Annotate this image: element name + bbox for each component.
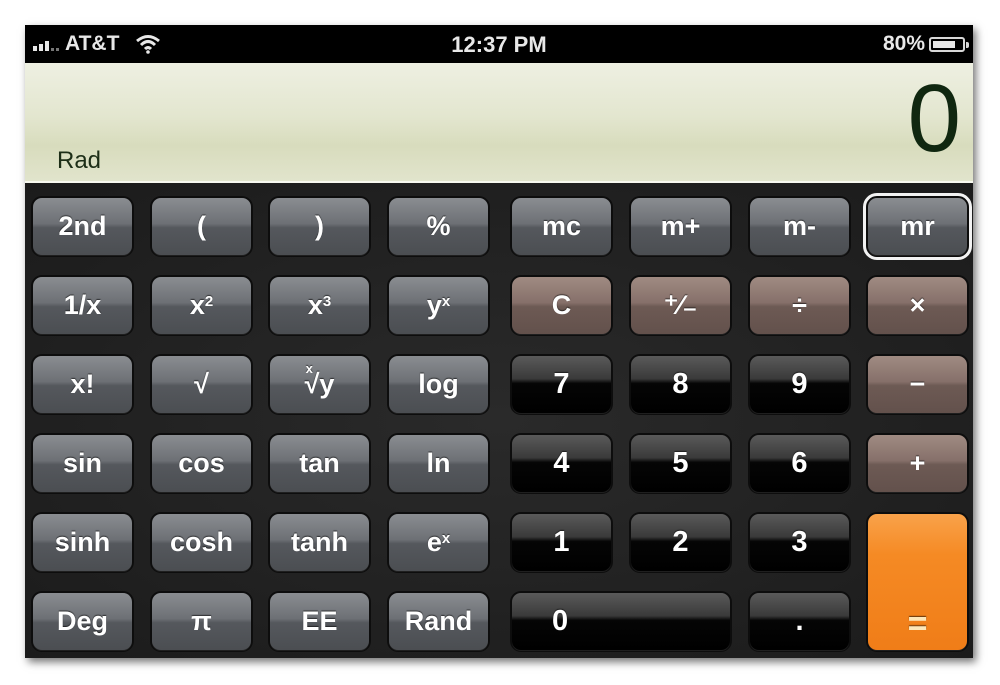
open-paren-button[interactable]: (: [152, 198, 251, 255]
sin-button[interactable]: sin: [33, 435, 132, 492]
digit-5-button[interactable]: 5: [631, 435, 730, 492]
status-right: 80%: [882, 32, 969, 56]
digit-8-button[interactable]: 8: [631, 356, 730, 413]
cos-button[interactable]: cos: [152, 435, 251, 492]
ln-button[interactable]: ln: [389, 435, 488, 492]
digit-7-button[interactable]: 7: [512, 356, 611, 413]
pi-button[interactable]: π: [152, 593, 251, 650]
digit-1-button[interactable]: 1: [512, 514, 611, 571]
multiply-button[interactable]: ×: [868, 277, 967, 334]
digit-4-button[interactable]: 4: [512, 435, 611, 492]
close-paren-button[interactable]: ): [270, 198, 369, 255]
ee-button[interactable]: EE: [270, 593, 369, 650]
battery-percent: 80%: [882, 32, 925, 55]
battery-fill: [933, 40, 955, 48]
digit-3-button[interactable]: 3: [750, 514, 849, 571]
status-bar: AT&T 12:37 PM 80%: [25, 25, 973, 63]
power-button[interactable]: yx: [389, 277, 488, 334]
power-base: y: [426, 290, 442, 320]
reciprocal-button[interactable]: 1/x: [33, 277, 132, 334]
cube-button[interactable]: x3: [270, 277, 369, 334]
power-exponent: x: [441, 293, 451, 310]
memory-add-button[interactable]: m+: [631, 198, 730, 255]
root-index: x: [305, 361, 313, 376]
calculator-display: Rad 0: [25, 63, 973, 183]
decimal-point-button[interactable]: .: [750, 593, 849, 650]
square-exponent: 2: [204, 293, 214, 310]
memory-clear-button[interactable]: mc: [512, 198, 611, 255]
digit-0-button[interactable]: 0: [512, 593, 730, 650]
cube-base: x: [307, 290, 323, 320]
add-button[interactable]: +: [868, 435, 967, 492]
digit-2-button[interactable]: 2: [631, 514, 730, 571]
equals-button[interactable]: =: [868, 514, 967, 650]
tanh-button[interactable]: tanh: [270, 514, 369, 571]
random-button[interactable]: Rand: [389, 593, 488, 650]
clock: 12:37 PM: [451, 32, 547, 57]
exp-base: e: [426, 527, 442, 557]
plus-minus-button[interactable]: ⁺∕₋: [631, 277, 730, 334]
percent-button[interactable]: %: [389, 198, 488, 255]
tan-button[interactable]: tan: [270, 435, 369, 492]
second-function-button[interactable]: 2nd: [33, 198, 132, 255]
degree-mode-button[interactable]: Deg: [33, 593, 132, 650]
exp-button[interactable]: ex: [389, 514, 488, 571]
cosh-button[interactable]: cosh: [152, 514, 251, 571]
digit-6-button[interactable]: 6: [750, 435, 849, 492]
nth-root-button[interactable]: x √y: [270, 356, 369, 413]
battery-icon: [929, 36, 969, 52]
square-root-button[interactable]: √: [152, 356, 251, 413]
memory-subtract-button[interactable]: m-: [750, 198, 849, 255]
square-button[interactable]: x2: [152, 277, 251, 334]
digit-0-label: 0: [552, 605, 569, 637]
digit-9-button[interactable]: 9: [750, 356, 849, 413]
square-base: x: [189, 290, 205, 320]
nth-root-label: x √y: [305, 361, 335, 400]
sinh-button[interactable]: sinh: [33, 514, 132, 571]
angle-mode-indicator: Rad: [57, 147, 102, 174]
clear-button[interactable]: C: [512, 277, 611, 334]
display-value: 0: [907, 65, 961, 172]
keypad: 2nd ( ) % mc m+ m- mr 1/x x2 x3 yx C ⁺∕₋…: [25, 183, 973, 658]
cube-exponent: 3: [322, 293, 332, 310]
memory-recall-button[interactable]: mr: [863, 193, 972, 260]
divide-button[interactable]: ÷: [750, 277, 849, 334]
calculator-app: AT&T 12:37 PM 80% Rad 0 2nd ( ) % mc m+ …: [25, 25, 973, 658]
log-button[interactable]: log: [389, 356, 488, 413]
exp-exponent: x: [441, 530, 451, 547]
factorial-button[interactable]: x!: [33, 356, 132, 413]
subtract-button[interactable]: −: [868, 356, 967, 413]
